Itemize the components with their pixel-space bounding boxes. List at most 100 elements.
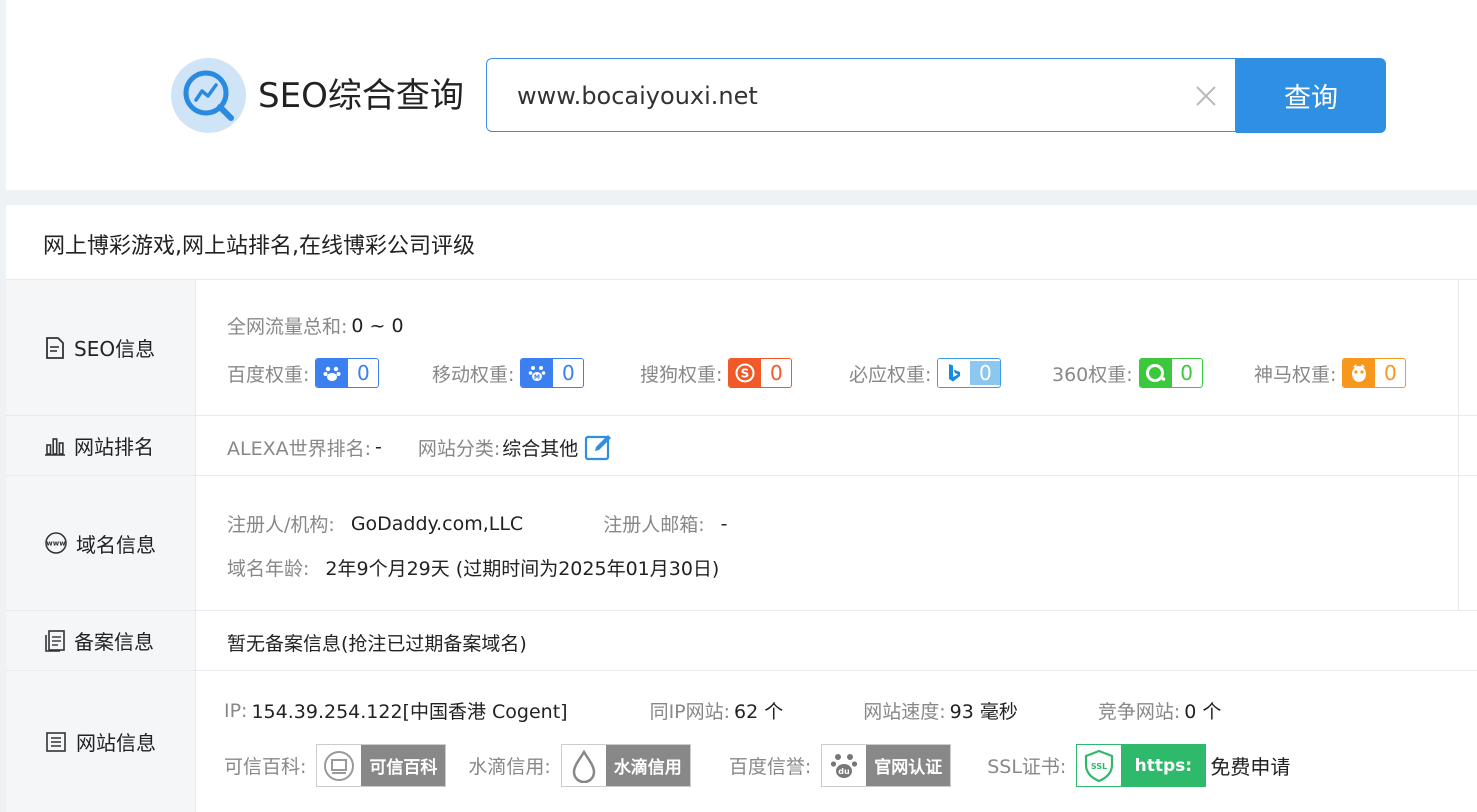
shuidi-label: 水滴信用: [468,756,551,778]
age-label: 域名年龄: [227,558,310,580]
sogou-weight[interactable]: 搜狗权重: S 0 [640,358,793,388]
same-ip-value[interactable]: 62 个 [734,697,783,724]
domain-label-text: 域名信息 [76,532,156,557]
www-globe-icon: www [45,532,67,554]
ssl-shield-icon: SSL [1077,745,1122,786]
ssl-label: SSL证书: [987,756,1067,778]
speed-value: 93 毫秒 [949,701,1018,723]
so360-icon [1139,359,1172,387]
rank-label-text: 网站排名 [74,435,154,459]
site-title: 网上博彩游戏,网上站排名,在线博彩公司评级 [43,234,475,259]
baidu-weight-value: 0 [348,361,379,385]
search-input[interactable] [517,77,1177,115]
mobile-weight[interactable]: 移动权重: M 0 [432,358,585,388]
site-row-label: 网站信息 [6,671,196,812]
age-value: 2年9个月29天 (过期时间为2025年01月30日) [325,558,720,580]
baidu-credit-badge[interactable]: du 官网认证 [821,744,952,787]
baidu-credit-badge-text: 官网认证 [866,745,951,786]
seo-row-body: 全网流量总和: 0 ~ 0 百度权重: 0 移动权重: M 0 搜狗权重: S … [196,280,1477,415]
baidu-weight-badge[interactable]: 0 [315,358,380,388]
traffic-label: 全网流量总和: [227,316,348,338]
shenma-weight[interactable]: 神马权重: 0 [1254,358,1407,388]
shenma-weight-label: 神马权重: [1254,363,1337,386]
baidu-credit-label: 百度信誉: [728,756,812,778]
rank-row-label: 网站排名 [6,416,196,475]
alexa-line: ALEXA世界排名: - 网站分类: 综合其他 [227,432,614,462]
row-divider [1458,416,1459,475]
svg-text:M: M [534,374,540,381]
sogou-weight-label: 搜狗权重: [640,363,723,386]
seo-label-text: SEO信息 [74,337,156,361]
ssl-badge-text: https: [1121,745,1206,786]
search-box[interactable] [486,58,1236,132]
ip-line: IP: 154.39.254.122[中国香港 Cogent] 同IP网站: 6… [224,697,1221,724]
age-line: 域名年龄: 2年9个月29天 (过期时间为2025年01月30日) [227,554,719,581]
icp-row-label: 备案信息 [6,611,196,670]
ssl-badge[interactable]: SSL https: [1076,744,1207,787]
so360-weight-value: 0 [1171,361,1202,385]
svg-text:du: du [839,767,851,776]
kexin-badge[interactable]: 可信百科 [316,744,447,787]
sogou-weight-value: 0 [761,361,792,385]
credit-line: 可信百科: 可信百科 水滴信用: 水滴信用 百度信誉: du 官网认证 SSL证… [224,744,1290,787]
mobile-weight-badge[interactable]: M 0 [520,358,585,388]
sogou-weight-badge[interactable]: S 0 [728,358,793,388]
so360-weight-badge[interactable]: 0 [1138,358,1203,388]
bing-weight[interactable]: 必应权重: 0 [849,358,1002,388]
alexa-label: ALEXA世界排名: [227,437,372,460]
row-divider [1458,476,1459,610]
alexa-value: - [375,436,382,458]
registrant-line: 注册人/机构: GoDaddy.com,LLC 注册人邮箱: - [227,510,727,537]
same-ip-label: 同IP网站: [649,701,731,723]
registrant-value: GoDaddy.com,LLC [350,512,524,535]
svg-text:www: www [46,540,66,548]
mobile-weight-value: 0 [553,361,584,385]
baidu-weight[interactable]: 百度权重: 0 [227,358,380,388]
rank-row: 网站排名 ALEXA世界排名: - 网站分类: 综合其他 [6,415,1477,475]
registrant-label: 注册人/机构: [227,514,335,536]
ssl-apply-link[interactable]: 免费申请 [1210,751,1290,780]
icp-row: 备案信息 暂无备案信息(抢注已过期备案域名) [6,610,1477,670]
bing-weight-badge[interactable]: 0 [937,358,1002,388]
ip-label: IP: [224,699,248,722]
email-value: - [720,512,728,535]
icp-label-text: 备案信息 [74,630,154,654]
traffic-value: 0 ~ 0 [351,314,404,337]
shuidi-badge[interactable]: 水滴信用 [560,744,691,787]
kexin-label: 可信百科: [224,756,307,778]
water-drop-icon [562,745,606,786]
result-card: 网上博彩游戏,网上站排名,在线博彩公司评级 SEO信息 全网流量总和: 0 ~ … [6,205,1477,812]
so360-weight-label: 360权重: [1052,363,1133,386]
baidu-mobile-icon: M [521,359,554,387]
baidu-paw-icon: du [822,745,866,786]
edit-icon[interactable] [584,432,614,462]
domain-row-body: 注册人/机构: GoDaddy.com,LLC 注册人邮箱: - 域名年龄: 2… [196,476,1477,610]
icp-line: 暂无备案信息(抢注已过期备案域名) [227,629,527,656]
competitors-value[interactable]: 0 个 [1184,697,1221,724]
site-info-icon [46,731,66,752]
site-row-body: IP: 154.39.254.122[中国香港 Cogent] 同IP网站: 6… [196,671,1477,812]
ip-value[interactable]: 154.39.254.122[中国香港 Cogent] [251,697,567,724]
search-header: SEO综合查询 查询 [6,0,1477,190]
bing-weight-label: 必应权重: [849,363,932,386]
site-row: 网站信息 IP: 154.39.254.122[中国香港 Cogent] 同IP… [6,670,1477,812]
seo-row-label: SEO信息 [6,280,196,415]
clear-icon[interactable] [1193,83,1219,109]
svg-text:SSL: SSL [1091,762,1107,771]
search-button[interactable]: 查询 [1236,58,1386,133]
shenma-weight-badge[interactable]: 0 [1342,358,1407,388]
kexin-seal-icon [317,745,361,786]
baidu-weight-label: 百度权重: [227,363,310,386]
so360-weight[interactable]: 360权重: 0 [1052,358,1203,388]
bar-chart-icon [45,437,65,456]
icp-row-body: 暂无备案信息(抢注已过期备案域名) [196,611,1477,670]
domain-row-label: www 域名信息 [6,476,196,610]
brand-title: SEO综合查询 [258,76,464,116]
seo-row: SEO信息 全网流量总和: 0 ~ 0 百度权重: 0 移动权重: M 0 搜狗… [6,279,1477,415]
icp-value: 暂无备案信息(抢注已过期备案域名) [227,633,527,655]
baidu-paw-icon [316,359,349,387]
traffic-line: 全网流量总和: 0 ~ 0 [227,312,404,339]
kexin-badge-text: 可信百科 [361,745,446,786]
record-icon [45,629,65,652]
category-value: 综合其他 [502,437,579,460]
